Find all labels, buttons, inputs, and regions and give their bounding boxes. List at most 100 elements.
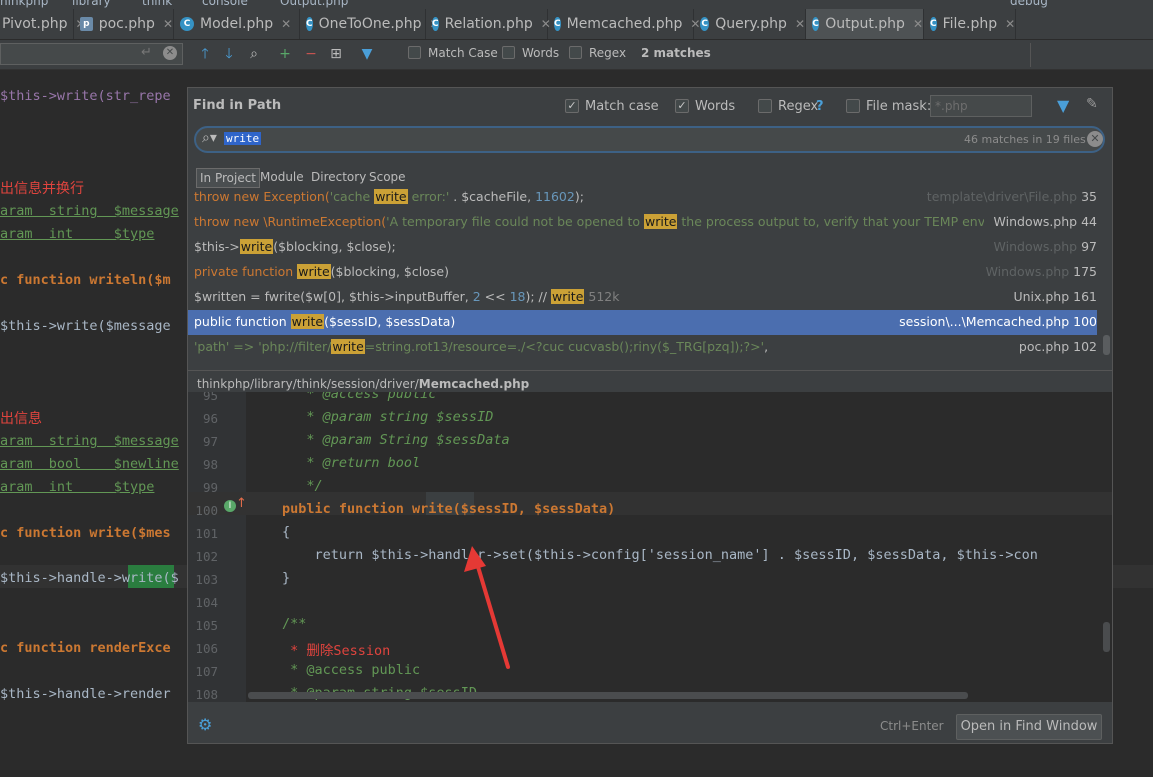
file-mask-checkbox[interactable] [846, 99, 860, 113]
add-occurrence-icon[interactable]: + [276, 45, 294, 63]
find-input[interactable]: ↵ ✕ [0, 43, 183, 65]
tab-pivot[interactable]: Pivot.php✕ [0, 9, 86, 39]
words-checkbox[interactable]: ✓ [675, 99, 689, 113]
pin-icon[interactable]: ✎ [1086, 96, 1098, 112]
implements-icon[interactable]: I [224, 500, 236, 512]
tab-output[interactable]: C Output.php ✕ [806, 9, 924, 39]
find-all-icon[interactable]: ⌕ [245, 45, 263, 63]
settings-gear-icon[interactable]: ⚙ [198, 715, 212, 734]
tab-onetoone[interactable]: COneToOne.php✕ [300, 9, 440, 39]
line-number: 102 [195, 549, 218, 564]
filter-icon[interactable]: ▼ [358, 45, 376, 63]
scope-module[interactable]: Module [257, 168, 307, 186]
php-class-icon: C [812, 17, 820, 31]
tab-poc[interactable]: p poc.php ✕ [74, 9, 174, 39]
result-file: Windows.php [993, 214, 1078, 229]
remove-occurrence-icon[interactable]: − [302, 45, 320, 63]
result-row[interactable]: $this->write($blocking, $close); Windows… [188, 235, 1097, 260]
php-class-icon: C [930, 17, 937, 31]
line-number: 99 [202, 480, 218, 495]
preview-line: * @param string $sessID [282, 409, 494, 425]
match-case-checkbox[interactable] [408, 46, 421, 59]
tab-memcached[interactable]: C Memcached.php ✕ [548, 9, 700, 39]
close-icon[interactable]: ✕ [281, 17, 291, 31]
close-icon[interactable]: ✕ [163, 17, 173, 31]
result-row[interactable]: private function write($blocking, $close… [188, 260, 1097, 285]
result-row[interactable]: throw new Exception('cache write error:'… [188, 185, 1097, 210]
previous-occurrence-icon[interactable]: 🡑 [196, 45, 214, 63]
line-number: 96 [202, 411, 218, 426]
tab-label: Relation.php [444, 16, 533, 32]
scope-directory[interactable]: Directory [308, 168, 369, 186]
close-icon[interactable]: ✕ [795, 17, 805, 31]
result-row-selected[interactable]: public function write($sessID, $sessData… [188, 310, 1097, 335]
code-line: c function renderExce [0, 640, 171, 656]
result-row[interactable]: throw new \RuntimeException('A temporary… [188, 210, 1097, 235]
code-line: aram int $type [0, 226, 155, 242]
result-row[interactable]: $written = fwrite($w[0], $this->inputBuf… [188, 285, 1097, 310]
preview-line: * @access public [282, 392, 437, 402]
tab-label: Query.php [715, 16, 787, 32]
select-all-occurrences-icon[interactable]: ⊞ [327, 45, 345, 63]
result-file: template\driver\File.php [926, 189, 1078, 204]
overrides-arrow-icon[interactable]: ↑ [236, 496, 247, 511]
close-icon[interactable]: ✕ [913, 17, 923, 31]
result-line: 175 [1073, 264, 1097, 279]
file-mask-input[interactable]: *.php [930, 95, 1032, 117]
search-field[interactable]: ⌕▾ write 46 matches in 19 files ✕ [194, 126, 1105, 153]
result-file: Windows.php [985, 264, 1070, 279]
open-in-find-window-button[interactable]: Open in Find Window [956, 714, 1102, 740]
preview-line: /** [282, 616, 307, 632]
crumb-root[interactable]: hinkphp [0, 0, 48, 8]
preview-horizontal-scrollbar[interactable] [248, 692, 968, 699]
close-icon[interactable]: ✕ [1005, 17, 1015, 31]
tab-relation[interactable]: C Relation.php ✕ [426, 9, 551, 39]
result-file: Unix.php [1013, 289, 1070, 304]
match-case-checkbox[interactable]: ✓ [565, 99, 579, 113]
code-line: aram string $message [0, 203, 179, 219]
regex-checkbox[interactable] [758, 99, 772, 113]
clear-icon[interactable]: ✕ [163, 46, 177, 60]
crumb-library[interactable]: library [72, 0, 111, 8]
words-label: Words [522, 46, 560, 60]
next-occurrence-icon[interactable]: 🡓 [220, 45, 238, 63]
caret-line-highlight-right [1113, 565, 1153, 588]
tab-file[interactable]: C File.php ✕ [924, 9, 1016, 39]
crumb-console[interactable]: console [202, 0, 248, 8]
code-line: $this->write(str_repe [0, 88, 171, 104]
php-file-icon: p [80, 17, 93, 31]
result-row[interactable]: 'path' => 'php://filter/write=string.rot… [188, 335, 1097, 360]
crumb-output[interactable]: Output.php [280, 0, 348, 8]
run-config-label[interactable]: debug [1010, 0, 1048, 8]
tab-label: Pivot.php [2, 16, 68, 32]
search-term[interactable]: write [224, 132, 262, 145]
scope-scope[interactable]: Scope [366, 168, 409, 186]
code-comment-line: 出信息 [0, 411, 42, 427]
dialog-footer: ⚙ Ctrl+Enter Open in Find Window [188, 706, 1112, 744]
file-mask-label: File mask: [866, 99, 932, 114]
php-class-icon: C [180, 17, 194, 31]
preview-vertical-scrollbar[interactable] [1103, 622, 1110, 652]
tab-label: File.php [942, 16, 998, 32]
regex-checkbox[interactable] [569, 46, 582, 59]
crumb-think[interactable]: think [142, 0, 172, 8]
preview-line: * @return bool [282, 455, 421, 471]
line-number: 100 [195, 503, 218, 518]
editor-tab-bar: Pivot.php✕ ppoc.php✕ CModel.php✕ COneToO… [0, 9, 1153, 40]
find-in-path-dialog: Find in Path ✓ Match case ✓ Words Regex … [187, 87, 1113, 744]
regex-help-link[interactable]: ? [816, 99, 824, 114]
preview-line-selected: public function write($sessID, $sessData… [282, 501, 616, 517]
preview-line: * 删除Session [282, 643, 391, 659]
words-checkbox[interactable] [502, 46, 515, 59]
result-line: 100 [1073, 314, 1097, 329]
result-line: 35 [1081, 189, 1097, 204]
tab-model[interactable]: C Model.php ✕ [174, 9, 300, 39]
words-label: Words [695, 99, 736, 114]
line-number: 106 [195, 641, 218, 656]
line-number: 101 [195, 526, 218, 541]
clear-icon[interactable]: ✕ [1087, 131, 1103, 147]
match-case-label: Match Case [428, 46, 498, 60]
tab-query[interactable]: C Query.php ✕ [694, 9, 806, 39]
filter-icon[interactable]: ▼ [1057, 96, 1069, 115]
results-scrollbar[interactable] [1103, 335, 1110, 355]
